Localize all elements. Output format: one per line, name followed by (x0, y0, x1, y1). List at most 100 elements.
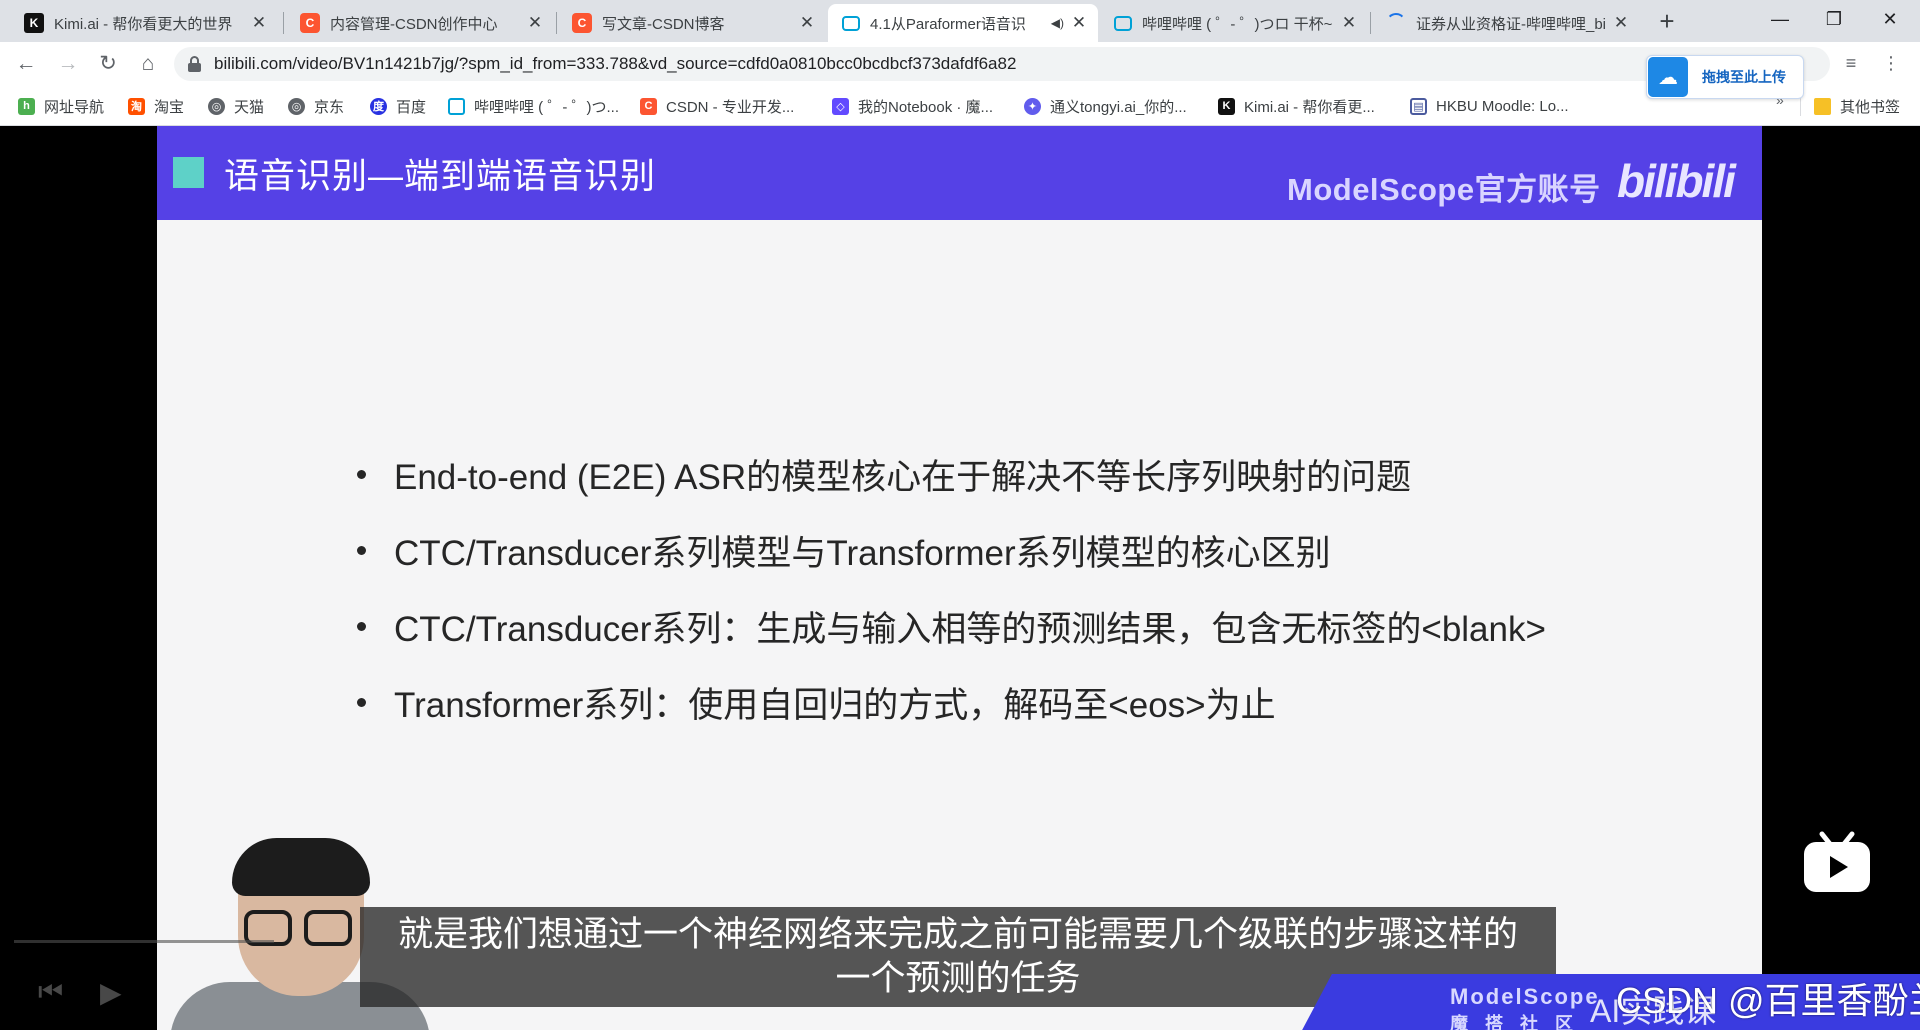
moodle-icon: ▤ (1410, 97, 1427, 115)
close-icon[interactable]: ✕ (798, 13, 816, 33)
tab-bilibili-home[interactable]: 哔哩哔哩 ( ゜- ゜)つロ 干杯~ ✕ (1100, 4, 1368, 42)
reload-icon[interactable]: ↻ (92, 48, 124, 80)
bullet-dot (357, 621, 366, 631)
other-bookmarks-label: 其他书签 (1840, 98, 1901, 116)
slide-title: 语音识别—端到端语音识别 (224, 157, 657, 196)
forward-icon[interactable]: → (52, 48, 84, 80)
tab-kimi[interactable]: K Kimi.ai - 帮你看更大的世界 ✕ (10, 4, 278, 42)
bookmark-moodle[interactable]: ▤ HKBU Moodle: Lo... (1410, 94, 1569, 118)
bookmark-label: HKBU Moodle: Lo... (1436, 97, 1569, 115)
folder-icon (1814, 97, 1831, 115)
csdn-icon: C (300, 13, 320, 33)
kimi-icon: K (1218, 97, 1235, 115)
bilibili-icon (842, 15, 860, 31)
video-player[interactable]: 语音识别—端到端语音识别 ModelScope官方账号 bilibili End… (0, 126, 1920, 1030)
tab-csdn-content[interactable]: C 内容管理-CSDN创作中心 ✕ (286, 4, 554, 42)
bookmark-tongyi[interactable]: ✦ 通义tongyi.ai_你的... (1024, 94, 1187, 118)
menu-icon[interactable]: ⋮ (1876, 48, 1906, 78)
bullet-item: Transformer系列：使用自回归的方式，解码至<eos>为止 (357, 664, 1546, 740)
taobao-icon: 淘 (128, 97, 145, 115)
new-tab-button[interactable]: + (1652, 6, 1682, 36)
bilibili-icon (448, 97, 465, 115)
close-icon[interactable]: ✕ (1070, 13, 1088, 33)
restore-button[interactable]: ❐ (1806, 0, 1862, 38)
modelscope-banner-text: ModelScope 魔 搭 社 区 (1450, 984, 1600, 1030)
close-icon[interactable]: ✕ (526, 13, 544, 33)
reading-list-icon[interactable]: ≡ (1836, 48, 1866, 78)
subtitle-line: 就是我们想通过一个神经网络来完成之前可能需要几个级联的步骤这样的 (397, 915, 1518, 954)
play-icon[interactable]: ▶ (100, 976, 122, 1009)
bookmark-taobao[interactable]: 淘 淘宝 (128, 94, 184, 118)
minimize-button[interactable]: — (1752, 0, 1808, 38)
globe-icon: ◎ (208, 97, 225, 115)
bookmark-hao[interactable]: h 网址导航 (18, 94, 104, 118)
bookmark-kimi[interactable]: K Kimi.ai - 帮你看更... (1218, 94, 1375, 118)
drag-upload-button[interactable]: ☁ 拖拽至此上传 (1646, 55, 1804, 99)
tab-csdn-write[interactable]: C 写文章-CSDN博客 ✕ (558, 4, 826, 42)
bullet-item: CTC/Transducer系列模型与Transformer系列模型的核心区别 (357, 512, 1546, 588)
bullet-text: CTC/Transducer系列：生成与输入相等的预测结果，包含无标签的<bla… (394, 609, 1546, 649)
globe-icon: ◎ (288, 97, 305, 115)
tab-title: 写文章-CSDN博客 (602, 15, 725, 33)
other-bookmarks[interactable]: 其他书签 (1814, 94, 1900, 118)
tab-title: 哔哩哔哩 ( ゜- ゜)つロ 干杯~ (1142, 15, 1333, 33)
url-text[interactable]: bilibili.com/video/BV1n1421b7jg/?spm_id_… (214, 54, 1016, 74)
bookmark-label: 京东 (314, 98, 345, 116)
bilibili-logo: bilibili (1617, 155, 1736, 207)
csdn-icon: C (572, 13, 592, 33)
bullet-item: CTC/Transducer系列：生成与输入相等的预测结果，包含无标签的<bla… (357, 588, 1546, 664)
bookmark-notebook[interactable]: ◇ 我的Notebook · 魔... (832, 94, 993, 118)
progress-bar[interactable] (14, 940, 274, 943)
bookmark-label: 淘宝 (154, 98, 185, 116)
bilibili-icon (1114, 15, 1132, 31)
tab-title: 内容管理-CSDN创作中心 (330, 15, 498, 33)
bullet-list: End-to-end (E2E) ASR的模型核心在于解决不等长序列映射的问题 … (357, 436, 1546, 740)
loading-icon (1386, 13, 1406, 33)
bullet-text: CTC/Transducer系列模型与Transformer系列模型的核心区别 (394, 533, 1331, 573)
bullet-item: End-to-end (E2E) ASR的模型核心在于解决不等长序列映射的问题 (357, 436, 1546, 512)
lock-icon[interactable] (188, 56, 202, 72)
bookmark-bilibili[interactable]: 哔哩哔哩 ( ゜- ゜)つ... (448, 94, 619, 118)
bookmark-label: Kimi.ai - 帮你看更... (1244, 98, 1375, 116)
bookmark-label: 我的Notebook · 魔... (858, 98, 994, 116)
hao-icon: h (18, 97, 35, 115)
bilibili-tv-icon[interactable] (1802, 830, 1872, 894)
bullet-dot (357, 469, 366, 479)
tab-divider (1370, 12, 1371, 34)
presenter-glasses (304, 910, 352, 946)
bullet-dot (357, 545, 366, 555)
tab-title: 证券从业资格证-哔哩哔哩_bi (1416, 15, 1606, 33)
tongyi-icon: ✦ (1024, 97, 1041, 115)
tab-securities[interactable]: 证券从业资格证-哔哩哔哩_bi ✕ (1372, 4, 1640, 42)
bookmark-tmall[interactable]: ◎ 天猫 (208, 94, 264, 118)
home-icon[interactable]: ⌂ (132, 48, 164, 80)
bookmark-baidu[interactable]: 度 百度 (370, 94, 426, 118)
prev-icon[interactable]: ⏮ (38, 976, 63, 1009)
csdn-icon: C (640, 97, 657, 115)
tab-divider (283, 12, 284, 34)
slide-header: 语音识别—端到端语音识别 ModelScope官方账号 bilibili (157, 126, 1762, 220)
bookmark-csdn[interactable]: C CSDN - 专业开发... (640, 94, 794, 118)
bookmark-label: 网址导航 (44, 98, 105, 116)
modelscope-icon: ◇ (832, 97, 849, 115)
close-icon[interactable]: ✕ (250, 13, 268, 33)
close-icon[interactable]: ✕ (1340, 13, 1358, 33)
tab-divider (556, 12, 557, 34)
bookmark-label: 哔哩哔哩 ( ゜- ゜)つ... (474, 98, 619, 116)
close-icon[interactable]: ✕ (1612, 13, 1630, 33)
address-bar[interactable]: bilibili.com/video/BV1n1421b7jg/?spm_id_… (174, 47, 1830, 81)
banner-title: ModelScope (1450, 984, 1600, 1009)
tab-bilibili-video[interactable]: 4.1从Paraformer语音识 ◀) ✕ (828, 4, 1098, 42)
close-window-button[interactable]: ✕ (1862, 0, 1918, 38)
back-icon[interactable]: ← (10, 48, 42, 80)
csdn-watermark: CSDN @百里香酚兰 (1616, 980, 1920, 1021)
baidu-icon: 度 (370, 97, 387, 115)
bookmark-jd[interactable]: ◎ 京东 (288, 94, 344, 118)
speaker-icon[interactable]: ◀) (1051, 16, 1064, 30)
accent-square (173, 157, 204, 188)
bookmark-label: 天猫 (234, 98, 265, 116)
bullet-text: Transformer系列：使用自回归的方式，解码至<eos>为止 (394, 685, 1276, 725)
cloud-upload-icon: ☁ (1648, 57, 1688, 97)
tab-title: Kimi.ai - 帮你看更大的世界 (54, 15, 233, 33)
bookmark-label: 百度 (396, 98, 427, 116)
